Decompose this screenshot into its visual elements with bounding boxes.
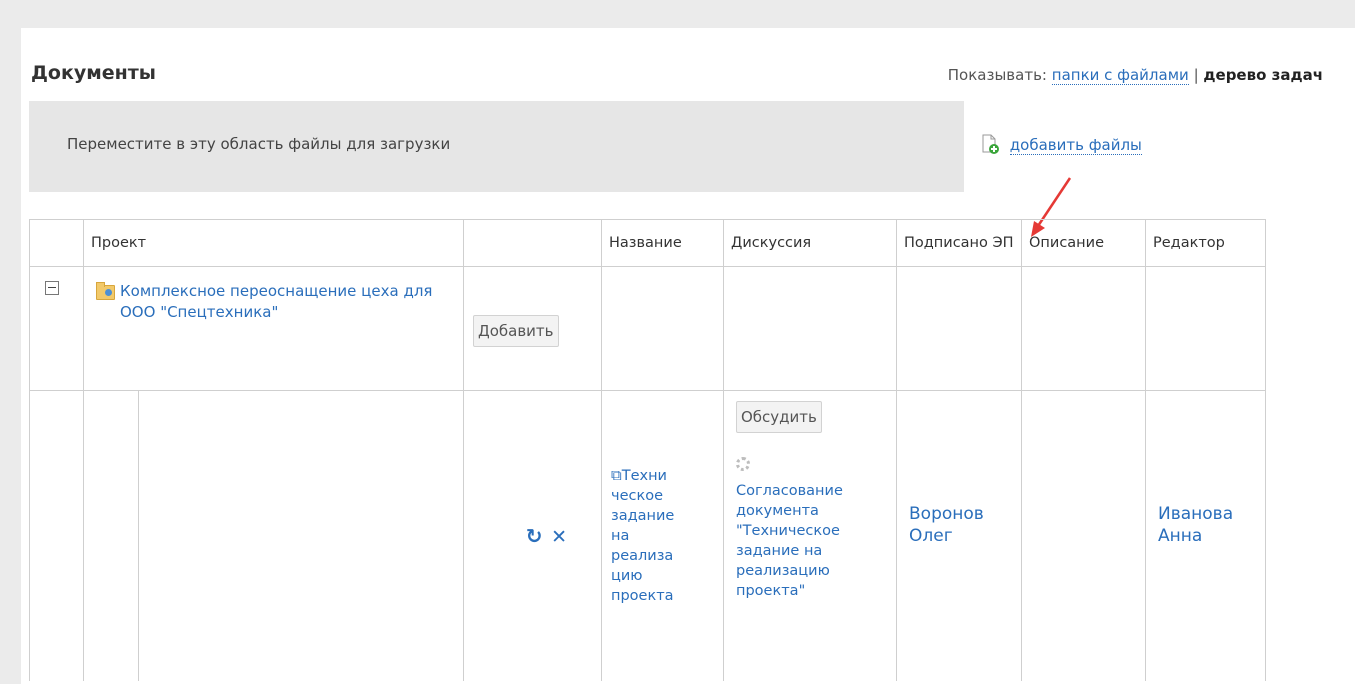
copy-icon: ⧉ [611, 466, 622, 485]
approval-line: проекта" [736, 583, 806, 599]
approval-line: документа [736, 503, 819, 519]
col-name[interactable]: Название [601, 219, 724, 267]
document-row: ↻ ✕ ⧉Техни ческое задание на реализа цию… [29, 390, 1266, 681]
add-files-control[interactable]: добавить файлы [982, 134, 1142, 155]
add-cell: Добавить [463, 266, 602, 391]
view-separator: | [1193, 66, 1199, 84]
doc-name-line: Техни [621, 468, 667, 485]
documents-table: Проект Название Дискуссия Подписано ЭП О… [29, 219, 1266, 681]
col-signed[interactable]: Подписано ЭП [896, 219, 1022, 267]
editor-cell: Иванова Анна [1145, 390, 1266, 681]
view-tree-current: дерево задач [1203, 66, 1323, 84]
project-row: Комплексное переоснащение цеха для ООО "… [29, 266, 1266, 391]
approval-line: реализацию [736, 563, 830, 579]
doc-name-link[interactable]: ⧉Техни ческое задание на реализа цию про… [611, 465, 723, 606]
add-files-link[interactable]: добавить файлы [1009, 136, 1142, 155]
table-header-row: Проект Название Дискуссия Подписано ЭП О… [29, 219, 1266, 267]
signed-cell: Воронов Олег [896, 390, 1022, 681]
approval-line: Согласование [736, 483, 843, 499]
view-folders-link[interactable]: папки с файлами [1051, 66, 1189, 85]
delete-icon[interactable]: ✕ [551, 526, 567, 548]
approval-line: задание на [736, 543, 823, 559]
col-project[interactable]: Проект [83, 219, 464, 267]
col-description[interactable]: Описание [1021, 219, 1146, 267]
file-add-icon [982, 134, 999, 154]
col-toggle [29, 219, 84, 267]
refresh-icon[interactable]: ↻ [526, 524, 543, 548]
approval-link[interactable]: Согласование документа "Техническое зада… [736, 481, 896, 601]
col-editor[interactable]: Редактор [1145, 219, 1266, 267]
description-cell [1021, 390, 1146, 681]
project-link[interactable]: Комплексное переоснащение цеха для ООО "… [117, 281, 453, 323]
doc-name-line: ческое [611, 488, 664, 505]
collapse-icon[interactable] [45, 281, 59, 295]
col-actions [463, 219, 602, 267]
doc-name-line: на [611, 528, 630, 545]
doc-name-line: проекта [611, 588, 674, 605]
view-label: Показывать: [947, 66, 1047, 84]
project-cell: Комплексное переоснащение цеха для ООО "… [83, 266, 464, 391]
dropzone-text: Переместите в эту область файлы для загр… [67, 135, 451, 153]
toggle-cell [29, 266, 84, 391]
doc-name-line: задание [611, 508, 675, 525]
doc-name-line: реализа [611, 548, 674, 565]
signed-by-link[interactable]: Воронов Олег [909, 503, 1009, 547]
add-button[interactable]: Добавить [473, 315, 559, 347]
folder-user-icon [96, 282, 115, 300]
editor-link[interactable]: Иванова Анна [1158, 503, 1248, 547]
discussion-cell: Обсудить Согласование документа "Техниче… [723, 390, 897, 681]
view-switcher: Показывать: папки с файлами | дерево зад… [947, 66, 1323, 85]
gear-icon [736, 457, 750, 471]
approval-line: "Техническое [736, 523, 840, 539]
upload-dropzone[interactable]: Переместите в эту область файлы для загр… [29, 101, 964, 192]
discuss-button[interactable]: Обсудить [736, 401, 822, 433]
row-actions-cell: ↻ ✕ [463, 390, 602, 681]
doc-name-line: цию [611, 568, 643, 585]
col-discussion[interactable]: Дискуссия [723, 219, 897, 267]
page-title: Документы [31, 62, 156, 84]
doc-name-cell: ⧉Техни ческое задание на реализа цию про… [601, 390, 724, 681]
